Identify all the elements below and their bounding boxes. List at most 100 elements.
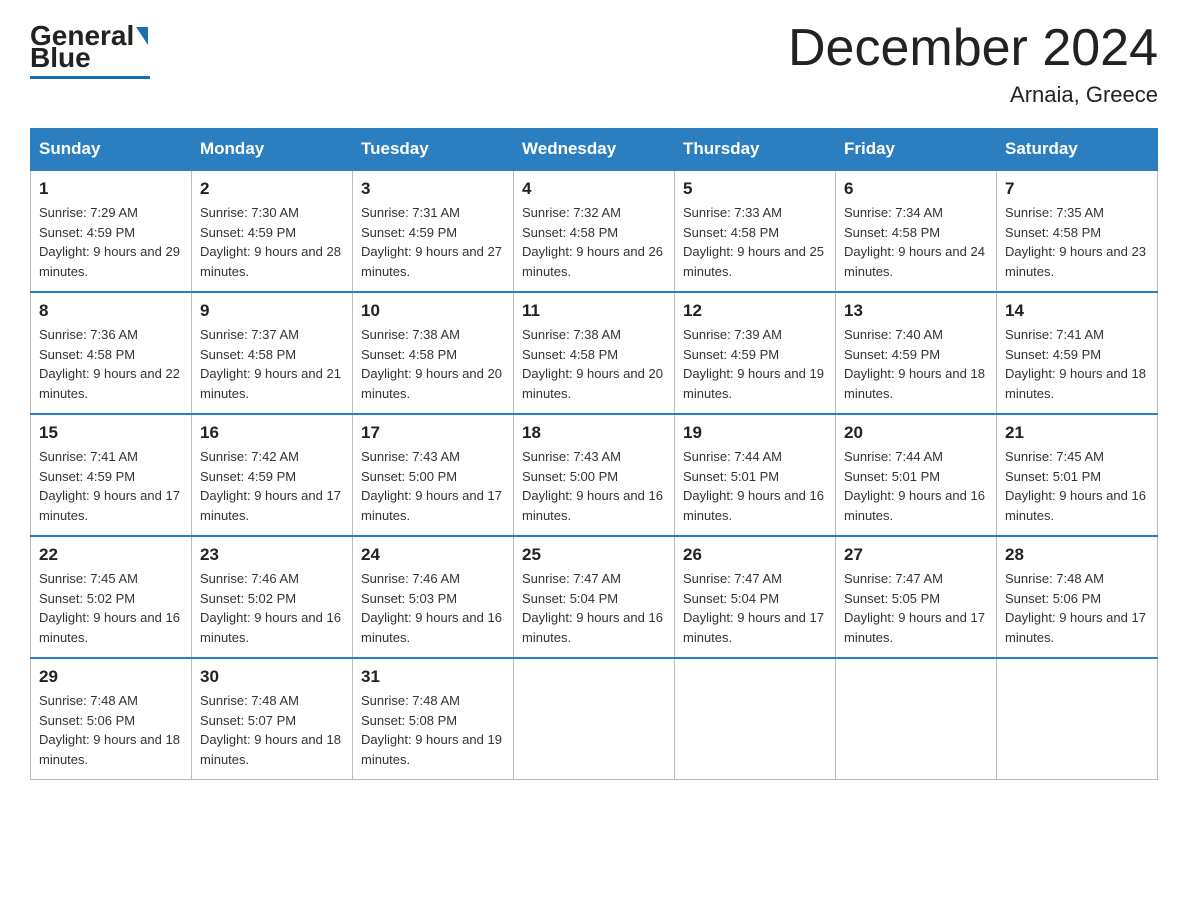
col-header-saturday: Saturday (997, 129, 1158, 171)
day-info: Sunrise: 7:41 AM Sunset: 4:59 PM Dayligh… (39, 447, 183, 525)
page-header: General Blue December 2024 Arnaia, Greec… (30, 20, 1158, 108)
table-cell: 17 Sunrise: 7:43 AM Sunset: 5:00 PM Dayl… (353, 414, 514, 536)
month-title: December 2024 (788, 20, 1158, 77)
table-cell (997, 658, 1158, 780)
table-cell: 8 Sunrise: 7:36 AM Sunset: 4:58 PM Dayli… (31, 292, 192, 414)
day-info: Sunrise: 7:33 AM Sunset: 4:58 PM Dayligh… (683, 203, 827, 281)
day-number: 27 (844, 545, 988, 565)
day-info: Sunrise: 7:36 AM Sunset: 4:58 PM Dayligh… (39, 325, 183, 403)
day-number: 25 (522, 545, 666, 565)
day-number: 2 (200, 179, 344, 199)
table-cell: 29 Sunrise: 7:48 AM Sunset: 5:06 PM Dayl… (31, 658, 192, 780)
logo-triangle-icon (136, 27, 148, 45)
table-cell: 28 Sunrise: 7:48 AM Sunset: 5:06 PM Dayl… (997, 536, 1158, 658)
day-number: 8 (39, 301, 183, 321)
day-info: Sunrise: 7:48 AM Sunset: 5:07 PM Dayligh… (200, 691, 344, 769)
logo-underline (30, 76, 150, 79)
day-number: 3 (361, 179, 505, 199)
title-area: December 2024 Arnaia, Greece (788, 20, 1158, 108)
day-number: 29 (39, 667, 183, 687)
day-info: Sunrise: 7:47 AM Sunset: 5:05 PM Dayligh… (844, 569, 988, 647)
table-cell: 14 Sunrise: 7:41 AM Sunset: 4:59 PM Dayl… (997, 292, 1158, 414)
day-info: Sunrise: 7:46 AM Sunset: 5:03 PM Dayligh… (361, 569, 505, 647)
day-info: Sunrise: 7:48 AM Sunset: 5:06 PM Dayligh… (1005, 569, 1149, 647)
table-cell: 25 Sunrise: 7:47 AM Sunset: 5:04 PM Dayl… (514, 536, 675, 658)
day-info: Sunrise: 7:31 AM Sunset: 4:59 PM Dayligh… (361, 203, 505, 281)
day-number: 4 (522, 179, 666, 199)
day-number: 23 (200, 545, 344, 565)
day-info: Sunrise: 7:34 AM Sunset: 4:58 PM Dayligh… (844, 203, 988, 281)
day-info: Sunrise: 7:39 AM Sunset: 4:59 PM Dayligh… (683, 325, 827, 403)
table-cell: 9 Sunrise: 7:37 AM Sunset: 4:58 PM Dayli… (192, 292, 353, 414)
col-header-thursday: Thursday (675, 129, 836, 171)
day-number: 26 (683, 545, 827, 565)
table-cell (675, 658, 836, 780)
day-info: Sunrise: 7:38 AM Sunset: 4:58 PM Dayligh… (361, 325, 505, 403)
col-header-tuesday: Tuesday (353, 129, 514, 171)
table-cell: 16 Sunrise: 7:42 AM Sunset: 4:59 PM Dayl… (192, 414, 353, 536)
table-cell: 4 Sunrise: 7:32 AM Sunset: 4:58 PM Dayli… (514, 170, 675, 292)
table-cell: 18 Sunrise: 7:43 AM Sunset: 5:00 PM Dayl… (514, 414, 675, 536)
day-number: 11 (522, 301, 666, 321)
table-cell (836, 658, 997, 780)
day-info: Sunrise: 7:46 AM Sunset: 5:02 PM Dayligh… (200, 569, 344, 647)
table-cell: 19 Sunrise: 7:44 AM Sunset: 5:01 PM Dayl… (675, 414, 836, 536)
day-info: Sunrise: 7:47 AM Sunset: 5:04 PM Dayligh… (683, 569, 827, 647)
day-info: Sunrise: 7:45 AM Sunset: 5:02 PM Dayligh… (39, 569, 183, 647)
table-cell: 30 Sunrise: 7:48 AM Sunset: 5:07 PM Dayl… (192, 658, 353, 780)
day-number: 28 (1005, 545, 1149, 565)
day-number: 9 (200, 301, 344, 321)
day-info: Sunrise: 7:42 AM Sunset: 4:59 PM Dayligh… (200, 447, 344, 525)
day-number: 21 (1005, 423, 1149, 443)
logo: General Blue (30, 20, 150, 79)
logo-blue-text: Blue (30, 42, 91, 74)
table-cell: 3 Sunrise: 7:31 AM Sunset: 4:59 PM Dayli… (353, 170, 514, 292)
day-info: Sunrise: 7:40 AM Sunset: 4:59 PM Dayligh… (844, 325, 988, 403)
day-info: Sunrise: 7:43 AM Sunset: 5:00 PM Dayligh… (522, 447, 666, 525)
table-cell: 10 Sunrise: 7:38 AM Sunset: 4:58 PM Dayl… (353, 292, 514, 414)
day-number: 18 (522, 423, 666, 443)
day-number: 31 (361, 667, 505, 687)
day-info: Sunrise: 7:37 AM Sunset: 4:58 PM Dayligh… (200, 325, 344, 403)
day-info: Sunrise: 7:30 AM Sunset: 4:59 PM Dayligh… (200, 203, 344, 281)
day-info: Sunrise: 7:44 AM Sunset: 5:01 PM Dayligh… (683, 447, 827, 525)
table-cell: 26 Sunrise: 7:47 AM Sunset: 5:04 PM Dayl… (675, 536, 836, 658)
day-number: 24 (361, 545, 505, 565)
day-info: Sunrise: 7:35 AM Sunset: 4:58 PM Dayligh… (1005, 203, 1149, 281)
day-number: 15 (39, 423, 183, 443)
day-number: 10 (361, 301, 505, 321)
table-cell: 20 Sunrise: 7:44 AM Sunset: 5:01 PM Dayl… (836, 414, 997, 536)
calendar-table: Sunday Monday Tuesday Wednesday Thursday… (30, 128, 1158, 780)
day-info: Sunrise: 7:38 AM Sunset: 4:58 PM Dayligh… (522, 325, 666, 403)
day-number: 5 (683, 179, 827, 199)
table-cell: 31 Sunrise: 7:48 AM Sunset: 5:08 PM Dayl… (353, 658, 514, 780)
day-number: 20 (844, 423, 988, 443)
day-info: Sunrise: 7:48 AM Sunset: 5:06 PM Dayligh… (39, 691, 183, 769)
week-row-5: 29 Sunrise: 7:48 AM Sunset: 5:06 PM Dayl… (31, 658, 1158, 780)
table-cell: 5 Sunrise: 7:33 AM Sunset: 4:58 PM Dayli… (675, 170, 836, 292)
location-title: Arnaia, Greece (788, 82, 1158, 108)
table-cell: 12 Sunrise: 7:39 AM Sunset: 4:59 PM Dayl… (675, 292, 836, 414)
day-number: 16 (200, 423, 344, 443)
day-number: 17 (361, 423, 505, 443)
table-cell: 24 Sunrise: 7:46 AM Sunset: 5:03 PM Dayl… (353, 536, 514, 658)
day-number: 1 (39, 179, 183, 199)
day-number: 13 (844, 301, 988, 321)
table-cell (514, 658, 675, 780)
week-row-1: 1 Sunrise: 7:29 AM Sunset: 4:59 PM Dayli… (31, 170, 1158, 292)
day-info: Sunrise: 7:45 AM Sunset: 5:01 PM Dayligh… (1005, 447, 1149, 525)
day-number: 7 (1005, 179, 1149, 199)
header-row: Sunday Monday Tuesday Wednesday Thursday… (31, 129, 1158, 171)
col-header-monday: Monday (192, 129, 353, 171)
day-info: Sunrise: 7:47 AM Sunset: 5:04 PM Dayligh… (522, 569, 666, 647)
table-cell: 27 Sunrise: 7:47 AM Sunset: 5:05 PM Dayl… (836, 536, 997, 658)
col-header-friday: Friday (836, 129, 997, 171)
week-row-4: 22 Sunrise: 7:45 AM Sunset: 5:02 PM Dayl… (31, 536, 1158, 658)
day-number: 12 (683, 301, 827, 321)
day-info: Sunrise: 7:43 AM Sunset: 5:00 PM Dayligh… (361, 447, 505, 525)
day-info: Sunrise: 7:32 AM Sunset: 4:58 PM Dayligh… (522, 203, 666, 281)
table-cell: 7 Sunrise: 7:35 AM Sunset: 4:58 PM Dayli… (997, 170, 1158, 292)
col-header-sunday: Sunday (31, 129, 192, 171)
col-header-wednesday: Wednesday (514, 129, 675, 171)
table-cell: 23 Sunrise: 7:46 AM Sunset: 5:02 PM Dayl… (192, 536, 353, 658)
